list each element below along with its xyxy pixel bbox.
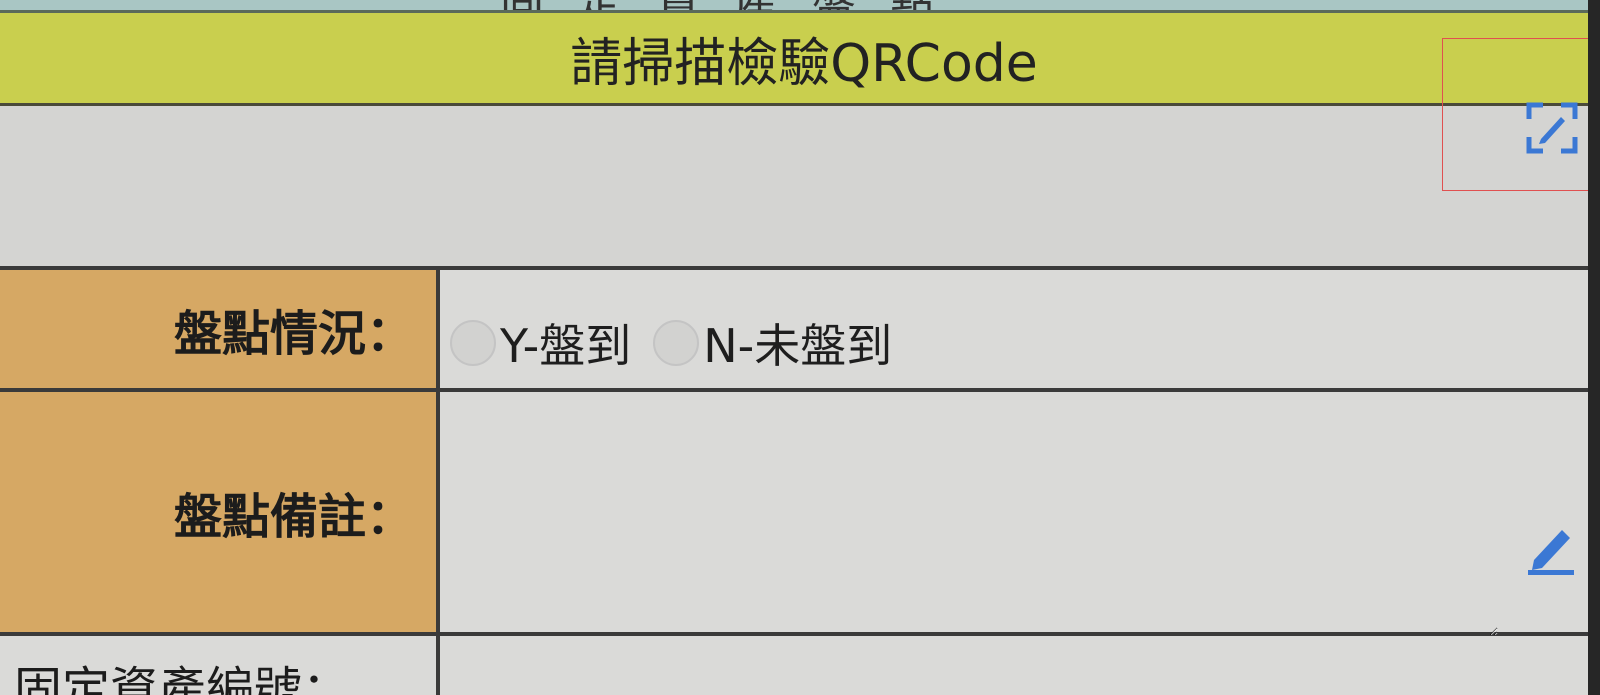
asset-number-row: 固定資產編號： [0, 636, 1588, 695]
remark-row: 盤點備註： [0, 392, 1588, 636]
page-title: 固定資產盤點 [500, 0, 968, 10]
remark-label: 盤點備註： [173, 489, 414, 545]
asset-number-label-cell: 固定資產編號： [0, 636, 440, 695]
status-row: 盤點情況： Y-盤到 N-未盤到 [0, 270, 1588, 392]
remark-textarea[interactable] [444, 392, 1498, 636]
radio-circle-icon[interactable] [450, 320, 496, 366]
qr-code-input[interactable] [0, 106, 1424, 268]
remark-label-cell: 盤點備註： [0, 392, 440, 632]
status-value-cell: Y-盤到 N-未盤到 [444, 270, 1588, 388]
scan-prompt-text: 請掃描檢驗QRCode [570, 33, 1038, 94]
scan-qr-icon [1526, 102, 1578, 154]
status-radio-group: Y-盤到 N-未盤到 [450, 310, 914, 376]
asset-number-label: 固定資產編號： [14, 662, 351, 695]
qr-input-row [0, 106, 1588, 270]
status-label-cell: 盤點情況： [0, 270, 440, 388]
edit-pencil-icon[interactable] [1526, 520, 1578, 576]
remark-value-cell [444, 392, 1588, 636]
scan-prompt-banner: 請掃描檢驗QRCode [0, 13, 1588, 106]
status-radio-yes-label: Y-盤到 [500, 319, 632, 373]
status-label: 盤點情況： [173, 306, 414, 362]
device-bezel [1588, 0, 1600, 695]
status-radio-no-label: N-未盤到 [703, 319, 893, 373]
page-title-bar: 固定資產盤點 [0, 0, 1588, 13]
radio-circle-icon[interactable] [653, 320, 700, 366]
status-radio-no[interactable]: N-未盤到 [653, 310, 892, 376]
status-radio-yes[interactable]: Y-盤到 [450, 310, 631, 376]
scan-qr-button[interactable] [1442, 38, 1588, 191]
app-screen: 固定資產盤點 請掃描檢驗QRCode 盤點情況： Y-盤到 [0, 0, 1588, 695]
